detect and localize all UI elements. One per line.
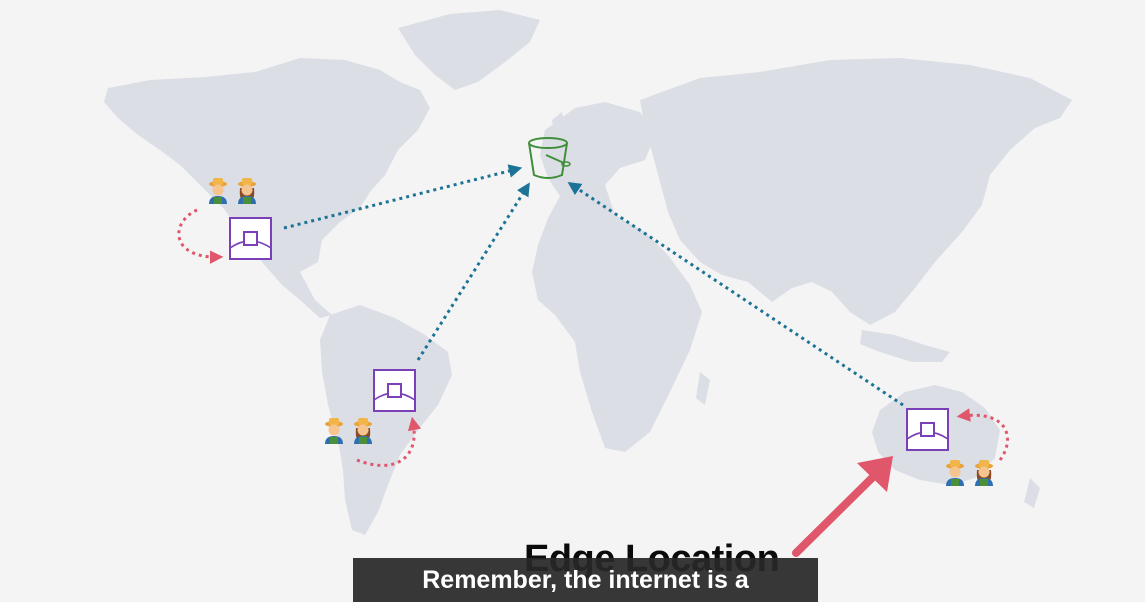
madagascar-landmass [696,372,710,405]
video-caption: Remember, the internet is a [353,558,818,602]
south-america-landmass [320,305,452,535]
link-south-america-to-origin [416,182,530,361]
world-map [104,10,1072,535]
asia-landmass [640,58,1072,325]
edge-location-icon [373,369,416,412]
greenland-landmass [398,10,540,90]
world-map-diagram [104,10,1072,557]
pointer-arrow [792,456,893,557]
southeast-asia-islands [860,330,950,362]
edge-location-icon [229,217,272,260]
edge-location-icon [906,408,949,451]
new-zealand-landmass [1024,478,1040,508]
north-america-landmass [104,58,430,318]
link-north-america-users-to-edge [177,208,224,264]
